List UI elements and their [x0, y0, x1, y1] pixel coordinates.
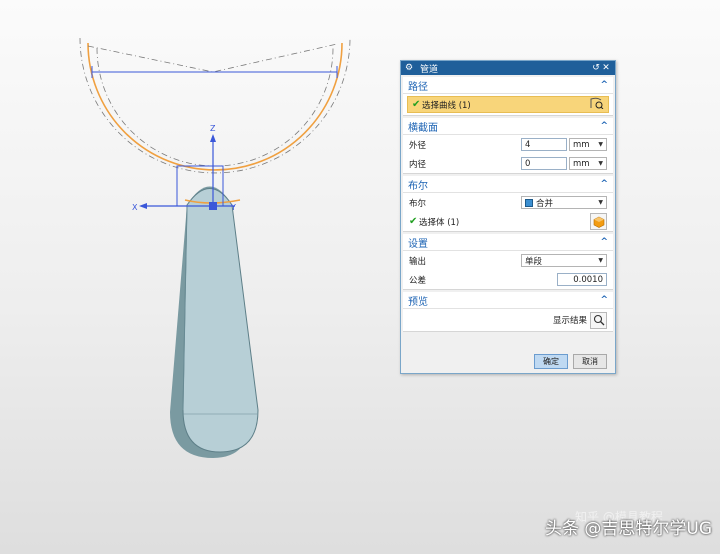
section-cross-section: 横截面 ^ 外径 4 mm ▼ 内径 0 mm ▼: [403, 118, 613, 174]
dropdown-arrow-icon: ▼: [598, 160, 603, 167]
inner-diameter-row: 内径 0 mm ▼: [403, 154, 613, 173]
ok-button[interactable]: 确定: [534, 353, 568, 369]
watermark: 头条 @吉思特尔学UG: [545, 519, 713, 539]
section-preview-title: 预览: [408, 296, 428, 308]
magnifier-icon[interactable]: [590, 311, 607, 329]
outer-dash-arc: [79, 37, 351, 174]
z-axis-arrow: [210, 134, 216, 142]
inner-diameter-input[interactable]: 0: [521, 157, 567, 170]
section-boolean-title: 布尔: [408, 180, 428, 192]
section-boolean: 布尔 ^ 布尔 合并 ▼ ✔ 选择体 (1): [403, 176, 613, 232]
outer-diameter-input[interactable]: 4: [521, 138, 567, 151]
outer-unit-value: mm: [573, 139, 590, 150]
dropdown-arrow-icon: ▼: [598, 257, 603, 264]
inner-unit-value: mm: [573, 158, 590, 169]
section-settings: 设置 ^ 输出 单段 ▼ 公差 0.0010: [403, 234, 613, 290]
chevron-up-icon[interactable]: ^: [600, 80, 608, 90]
inner-diameter-label: 内径: [409, 159, 427, 170]
origin-handle[interactable]: [209, 202, 217, 210]
section-preview-header[interactable]: 预览 ^: [403, 292, 613, 309]
x-axis-label: X: [132, 203, 138, 212]
handle-body[interactable]: [182, 188, 259, 453]
boolean-value: 合并: [536, 198, 554, 209]
inner-unit-dropdown[interactable]: mm ▼: [569, 157, 607, 170]
chevron-up-icon[interactable]: ^: [600, 179, 608, 189]
dialog-footer: 确定 取消: [401, 349, 615, 373]
check-icon: ✔: [409, 216, 418, 227]
outer-unit-dropdown[interactable]: mm ▼: [569, 138, 607, 151]
check-icon: ✔: [412, 99, 421, 110]
cancel-button[interactable]: 取消: [573, 353, 607, 369]
dialog-titlebar[interactable]: ⚙ 管道 ↺ ✕: [401, 61, 615, 75]
select-curve-row[interactable]: ✔ 选择曲线 (1): [407, 96, 609, 113]
path-curve[interactable]: [87, 42, 343, 171]
boolean-row: 布尔 合并 ▼: [403, 193, 613, 212]
close-icon[interactable]: ✕: [601, 63, 611, 73]
outer-diameter-label: 外径: [409, 140, 427, 151]
output-value: 单段: [525, 256, 543, 267]
show-result-label: 显示结果: [552, 316, 587, 326]
tolerance-input[interactable]: 0.0010: [557, 273, 607, 286]
z-axis-label: Z: [210, 124, 216, 133]
chevron-up-icon[interactable]: ^: [600, 237, 608, 247]
select-curve-label: 选择曲线 (1): [422, 100, 471, 111]
tolerance-row: 公差 0.0010: [403, 270, 613, 289]
construction-lines: [87, 43, 338, 73]
body-select-icon[interactable]: [590, 213, 607, 230]
section-settings-title: 设置: [408, 238, 428, 250]
select-body-label: 选择体 (1): [419, 217, 460, 228]
pipe-dialog: ⚙ 管道 ↺ ✕ 路径 ^ ✔ 选择曲线 (1) 横截面 ^ 外径 4 mm ▼…: [400, 60, 616, 374]
inner-dash-arc: [96, 47, 334, 167]
output-dropdown[interactable]: 单段 ▼: [521, 254, 607, 267]
boolean-label: 布尔: [409, 198, 427, 209]
section-boolean-header[interactable]: 布尔 ^: [403, 176, 613, 193]
section-preview: 预览 ^ 显示结果: [403, 292, 613, 332]
dropdown-arrow-icon: ▼: [598, 199, 603, 206]
reset-icon[interactable]: ↺: [591, 63, 601, 73]
dialog-title: 管道: [420, 64, 439, 75]
tolerance-label: 公差: [409, 275, 427, 286]
show-result-row: 显示结果: [403, 309, 613, 331]
section-path-header[interactable]: 路径 ^: [403, 77, 613, 94]
section-cross-title: 横截面: [408, 122, 438, 134]
curve-select-icon[interactable]: [590, 97, 604, 112]
dropdown-arrow-icon: ▼: [598, 141, 603, 148]
chevron-up-icon[interactable]: ^: [600, 121, 608, 131]
section-cross-header[interactable]: 横截面 ^: [403, 118, 613, 135]
select-body-row[interactable]: ✔ 选择体 (1): [403, 212, 613, 231]
section-path-title: 路径: [408, 81, 428, 93]
output-row: 输出 单段 ▼: [403, 251, 613, 270]
y-axis-label: Y: [230, 203, 236, 212]
boolean-dropdown[interactable]: 合并 ▼: [521, 196, 607, 209]
unite-icon: [525, 198, 533, 207]
output-label: 输出: [409, 256, 427, 267]
gear-icon: ⚙: [405, 63, 414, 73]
section-path: 路径 ^ ✔ 选择曲线 (1): [403, 77, 613, 116]
section-settings-header[interactable]: 设置 ^: [403, 234, 613, 251]
chevron-up-icon[interactable]: ^: [600, 295, 608, 305]
outer-diameter-row: 外径 4 mm ▼: [403, 135, 613, 154]
x-axis-arrow: [139, 203, 147, 209]
